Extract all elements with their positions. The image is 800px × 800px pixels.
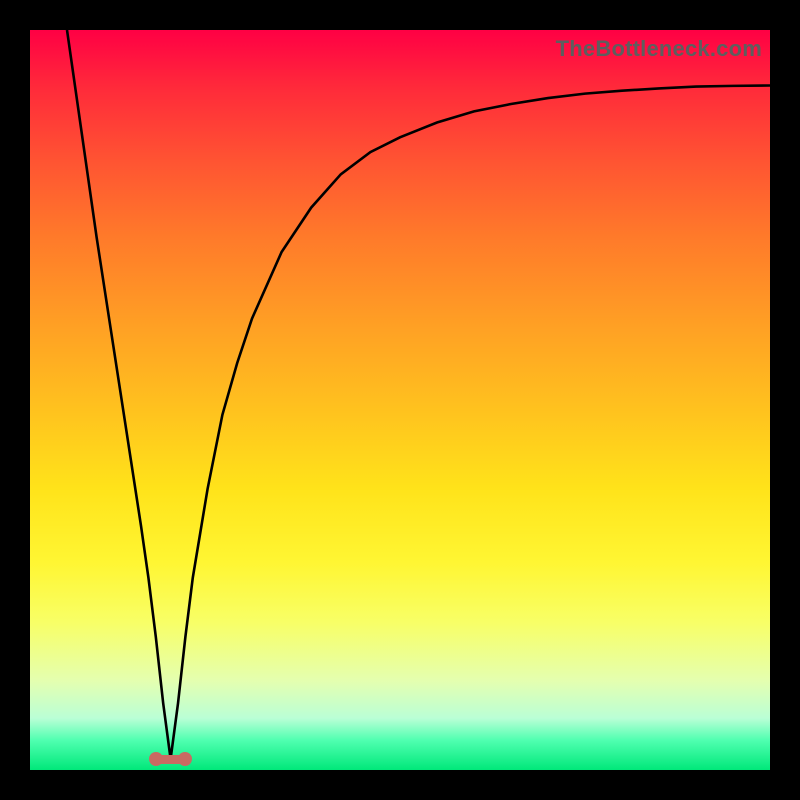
plot-area: TheBottleneck.com: [30, 30, 770, 770]
bottleneck-curve: [67, 30, 770, 759]
curve-bottom-bridge: [156, 755, 186, 764]
watermark-label: TheBottleneck.com: [556, 36, 762, 62]
curve-svg: [30, 30, 770, 770]
chart-frame: TheBottleneck.com: [0, 0, 800, 800]
